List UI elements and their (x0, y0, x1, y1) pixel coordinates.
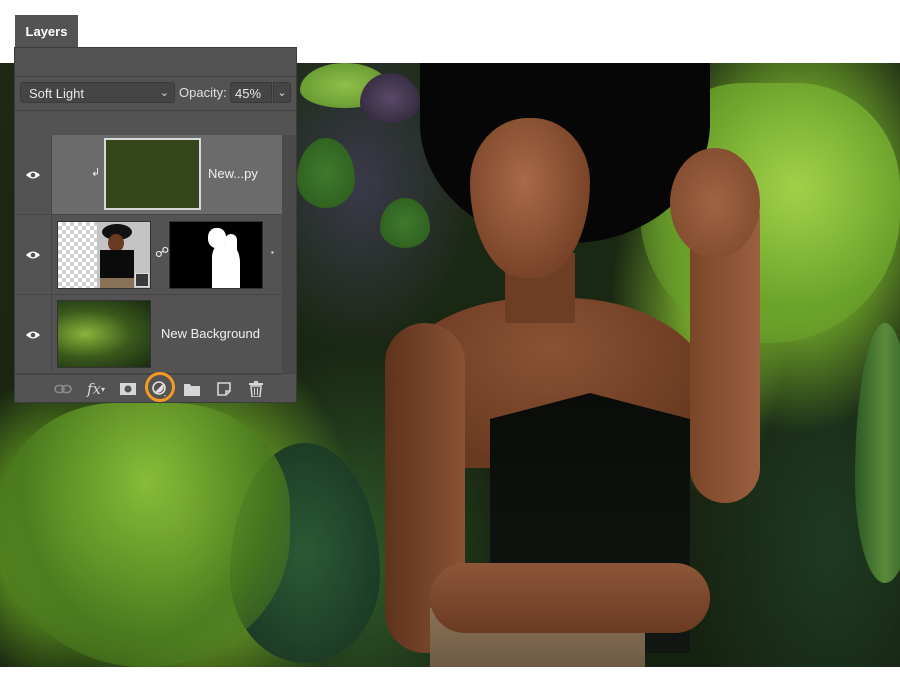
opacity-label: Opacity: (179, 85, 227, 100)
clipping-arrow-icon: ↲ (91, 167, 101, 179)
layer-thumbnail-image (57, 300, 151, 368)
model-forearm (430, 563, 710, 633)
layer-name[interactable]: New...py (208, 166, 258, 181)
visibility-toggle[interactable] (15, 295, 52, 374)
layers-panel: Soft Light ⌄ Opacity: 45% ⌄ ↲ New...py ☍… (15, 48, 296, 402)
eye-icon (26, 171, 40, 178)
layer-thumbnail-image (57, 221, 151, 289)
layer-mask-thumbnail[interactable] (169, 221, 263, 289)
blend-mode-value: Soft Light (29, 86, 84, 101)
new-group-icon[interactable] (182, 379, 202, 399)
blend-controls: Soft Light ⌄ Opacity: 45% ⌄ (15, 76, 296, 111)
layer-body: ↲ New...py (52, 135, 282, 214)
visibility-toggle[interactable] (15, 215, 52, 294)
layer-body: New Background (52, 295, 282, 374)
blend-mode-dropdown[interactable]: Soft Light ⌄ (20, 82, 175, 103)
layer-row[interactable]: ☍ ▪ (15, 215, 282, 295)
visibility-toggle[interactable] (15, 135, 52, 214)
layer-row[interactable]: ↲ New...py (15, 135, 282, 215)
opacity-dropdown-button[interactable]: ⌄ (273, 82, 291, 103)
eye-icon (26, 331, 40, 338)
delete-layer-icon[interactable] (246, 379, 266, 399)
eye-icon (26, 251, 40, 258)
layer-row[interactable]: New Background (15, 295, 282, 375)
tab-layers[interactable]: Layers (15, 15, 78, 49)
layer-body: ☍ ▪ (52, 215, 282, 294)
highlight-circle (145, 372, 175, 402)
mask-link-icon[interactable]: ☍ (155, 244, 169, 261)
layer-thumbnail-color-fill (104, 138, 201, 210)
chevron-down-icon: ⌄ (159, 87, 169, 99)
link-layers-icon[interactable] (53, 379, 73, 399)
chevron-down-icon: ⌄ (277, 87, 287, 99)
model-hand (670, 148, 760, 258)
fern (0, 403, 290, 667)
layer-options-icon: ▪ (271, 248, 274, 257)
purple-leaf (360, 73, 420, 123)
smart-object-icon (135, 273, 149, 287)
heart-leaf (380, 198, 430, 248)
scrollbar[interactable] (282, 135, 296, 373)
layer-name[interactable]: New Background (161, 326, 260, 341)
add-mask-icon[interactable] (118, 379, 138, 399)
new-layer-icon[interactable] (214, 379, 234, 399)
layer-style-icon[interactable]: fx ▾ (86, 379, 106, 399)
heart-leaf (297, 138, 355, 208)
opacity-input[interactable]: 45% (230, 82, 272, 103)
tropical-leaf (855, 323, 900, 583)
